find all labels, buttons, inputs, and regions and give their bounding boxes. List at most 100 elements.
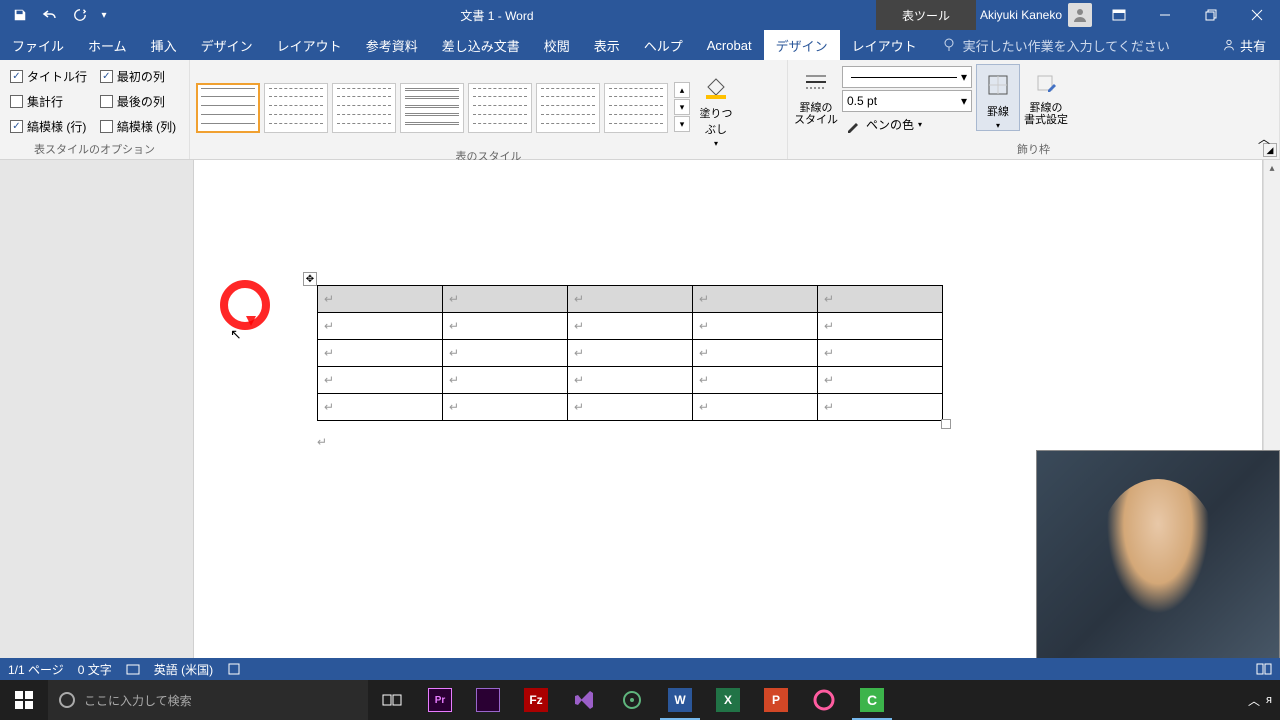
excel-icon[interactable]: X: [704, 680, 752, 720]
border-weight-combo[interactable]: 0.5 pt▾: [842, 90, 972, 112]
tab-review[interactable]: 校閲: [532, 30, 582, 60]
search-placeholder: ここに入力して検索: [84, 692, 192, 709]
gallery-scroll: ▴ ▾ ▾: [674, 82, 690, 133]
group-table-style-options: ✓タイトル行 ✓最初の列 集計行 最後の列 ✓縞模様 (行) 縞模様 (列) 表…: [0, 60, 190, 159]
gallery-up[interactable]: ▴: [674, 82, 690, 98]
document-table[interactable]: ↵↵↵↵↵ ↵↵↵↵↵ ↵↵↵↵↵ ↵↵↵↵↵ ↵↵↵↵↵: [317, 285, 943, 421]
border-painter-icon: [1030, 68, 1062, 100]
tab-references[interactable]: 参考資料: [354, 30, 430, 60]
table-move-handle[interactable]: ✥: [303, 272, 317, 286]
visual-studio-icon[interactable]: [560, 680, 608, 720]
tell-me-search[interactable]: 実行したい作業を入力してください: [929, 30, 1208, 60]
tab-view[interactable]: 表示: [582, 30, 632, 60]
redo-button[interactable]: [66, 1, 94, 29]
table-style-thumb[interactable]: [332, 83, 396, 133]
tab-mailings[interactable]: 差し込み文書: [430, 30, 532, 60]
tray-ime[interactable]: я: [1266, 694, 1272, 706]
chk-last-column[interactable]: 最後の列: [100, 93, 179, 110]
table-style-thumb[interactable]: [196, 83, 260, 133]
tab-design[interactable]: デザイン: [189, 30, 265, 60]
user-area[interactable]: Akiyuki Kaneko: [976, 3, 1096, 27]
qat-customize[interactable]: ▾: [96, 1, 112, 29]
group-table-styles: ▴ ▾ ▾ 塗りつぶし▾ 表のスタイル: [190, 60, 788, 159]
table-style-thumb[interactable]: [536, 83, 600, 133]
tab-layout[interactable]: レイアウト: [265, 30, 354, 60]
windows-taskbar: ここに入力して検索 Pr Fz W X P C ︿ я: [0, 680, 1280, 720]
status-language[interactable]: 英語 (米国): [154, 661, 213, 678]
contextual-tab-label: 表ツール: [876, 0, 976, 30]
task-view-icon[interactable]: [368, 680, 416, 720]
ribbon-tabs: ファイル ホーム 挿入 デザイン レイアウト 参考資料 差し込み文書 校閲 表示…: [0, 30, 1280, 60]
chk-header-row[interactable]: ✓タイトル行: [10, 68, 90, 85]
app-icon[interactable]: [800, 680, 848, 720]
webcam-overlay: [1036, 450, 1280, 680]
lightbulb-icon: [941, 37, 957, 53]
tell-me-placeholder: 実行したい作業を入力してください: [963, 36, 1170, 55]
start-button[interactable]: [0, 680, 48, 720]
border-painter-button[interactable]: 罫線の 書式設定: [1024, 64, 1068, 126]
atom-icon[interactable]: [608, 680, 656, 720]
border-line-style-combo[interactable]: ▾: [842, 66, 972, 88]
share-icon: [1222, 38, 1236, 52]
tab-home[interactable]: ホーム: [76, 30, 139, 60]
taskbar-search[interactable]: ここに入力して検索: [48, 680, 368, 720]
word-icon[interactable]: W: [656, 680, 704, 720]
scroll-up[interactable]: ▴: [1264, 160, 1280, 177]
powerpoint-icon[interactable]: P: [752, 680, 800, 720]
close-button[interactable]: [1234, 0, 1280, 30]
cortana-icon: [58, 691, 76, 709]
quick-access-toolbar: ▾: [0, 1, 118, 29]
share-label: 共有: [1240, 36, 1266, 55]
tab-table-layout[interactable]: レイアウト: [840, 30, 929, 60]
ribbon: ✓タイトル行 ✓最初の列 集計行 最後の列 ✓縞模様 (行) 縞模様 (列) 表…: [0, 60, 1280, 160]
user-name: Akiyuki Kaneko: [980, 8, 1062, 22]
undo-button[interactable]: [36, 1, 64, 29]
table-style-thumb[interactable]: [400, 83, 464, 133]
save-button[interactable]: [6, 1, 34, 29]
tab-help[interactable]: ヘルプ: [632, 30, 695, 60]
shading-button[interactable]: 塗りつぶし▾: [694, 67, 738, 148]
tab-file[interactable]: ファイル: [0, 30, 76, 60]
gallery-more[interactable]: ▾: [674, 116, 690, 132]
taskbar-pinned: Pr Fz W X P C: [368, 680, 896, 720]
premiere-icon[interactable]: Pr: [416, 680, 464, 720]
share-button[interactable]: 共有: [1208, 30, 1280, 60]
table-style-thumb[interactable]: [468, 83, 532, 133]
table-style-thumb[interactable]: [604, 83, 668, 133]
borders-icon: [982, 69, 1014, 101]
tray-expand-icon[interactable]: ︿: [1248, 692, 1260, 709]
border-style-icon: [800, 68, 832, 100]
left-gutter: [0, 160, 193, 680]
restore-button[interactable]: [1188, 0, 1234, 30]
table-object[interactable]: ✥ ↵↵↵↵↵ ↵↵↵↵↵ ↵↵↵↵↵ ↵↵↵↵↵ ↵↵↵↵↵: [317, 285, 943, 421]
status-page[interactable]: 1/1 ページ: [8, 661, 64, 678]
chk-banded-columns[interactable]: 縞模様 (列): [100, 118, 179, 135]
minimize-button[interactable]: [1142, 0, 1188, 30]
camtasia-icon[interactable]: C: [848, 680, 896, 720]
table-resize-handle[interactable]: [941, 419, 951, 429]
paint-bucket-icon: [700, 71, 732, 103]
ribbon-display-options[interactable]: [1096, 0, 1142, 30]
collapse-ribbon-button[interactable]: ︿: [1258, 130, 1276, 147]
pen-color-button[interactable]: ペンの色▾: [842, 114, 972, 135]
system-tray[interactable]: ︿ я: [1240, 692, 1280, 709]
status-spelling-icon[interactable]: [126, 662, 140, 676]
status-word-count[interactable]: 0 文字: [78, 661, 112, 678]
title-bar: ▾ 文書 1 - Word 表ツール Akiyuki Kaneko: [0, 0, 1280, 30]
group-label: 飾り枠: [794, 141, 1273, 157]
chk-banded-rows[interactable]: ✓縞模様 (行): [10, 118, 90, 135]
table-style-thumb[interactable]: [264, 83, 328, 133]
tab-acrobat[interactable]: Acrobat: [695, 30, 764, 60]
tab-table-design[interactable]: デザイン: [764, 30, 840, 60]
chk-total-row[interactable]: 集計行: [10, 93, 90, 110]
borders-button[interactable]: 罫線▾: [976, 64, 1020, 131]
border-style-button[interactable]: 罫線の スタイル: [794, 64, 838, 126]
filezilla-icon[interactable]: Fz: [512, 680, 560, 720]
status-macro-icon[interactable]: [227, 662, 241, 676]
windows-logo-icon: [15, 691, 33, 709]
status-read-mode-icon[interactable]: [1256, 662, 1272, 676]
media-encoder-icon[interactable]: [464, 680, 512, 720]
chk-first-column[interactable]: ✓最初の列: [100, 68, 179, 85]
gallery-down[interactable]: ▾: [674, 99, 690, 115]
tab-insert[interactable]: 挿入: [139, 30, 189, 60]
